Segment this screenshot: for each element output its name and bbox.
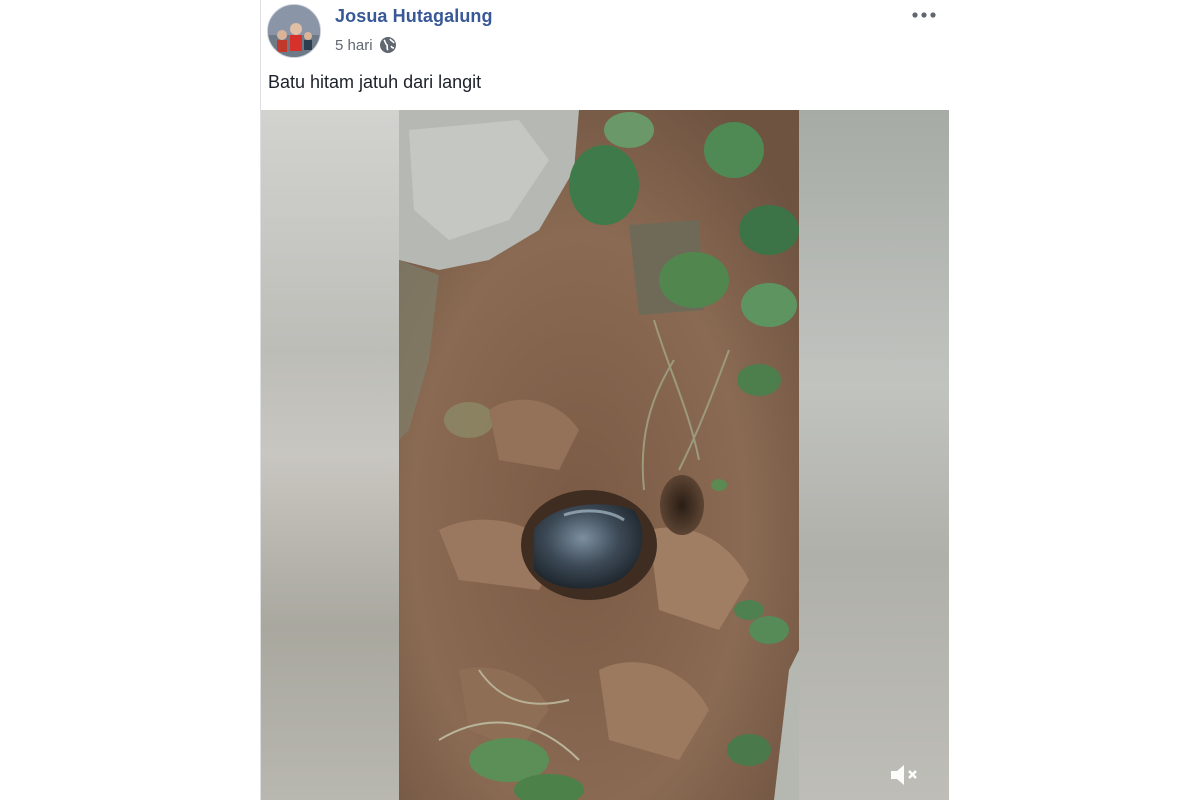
post-timestamp[interactable]: 5 hari — [335, 37, 373, 54]
post-card: Josua Hutagalung 5 hari Batu hitam jatuh… — [260, 0, 949, 800]
post-meta: 5 hari — [335, 36, 397, 54]
avatar[interactable] — [267, 4, 321, 58]
post-header: Josua Hutagalung 5 hari Batu hitam jatuh… — [261, 0, 949, 110]
more-options-icon[interactable] — [911, 8, 937, 22]
video-frame[interactable] — [399, 110, 799, 800]
author-name-link[interactable]: Josua Hutagalung — [335, 6, 493, 27]
mute-speaker-icon[interactable] — [887, 760, 921, 790]
avatar-photo — [268, 5, 320, 57]
video-player[interactable] — [261, 110, 949, 800]
post-text: Batu hitam jatuh dari langit — [268, 72, 482, 92]
globe-icon — [379, 36, 397, 54]
video-still — [399, 110, 799, 800]
video-blur-left — [261, 110, 399, 800]
video-blur-right — [799, 110, 949, 800]
